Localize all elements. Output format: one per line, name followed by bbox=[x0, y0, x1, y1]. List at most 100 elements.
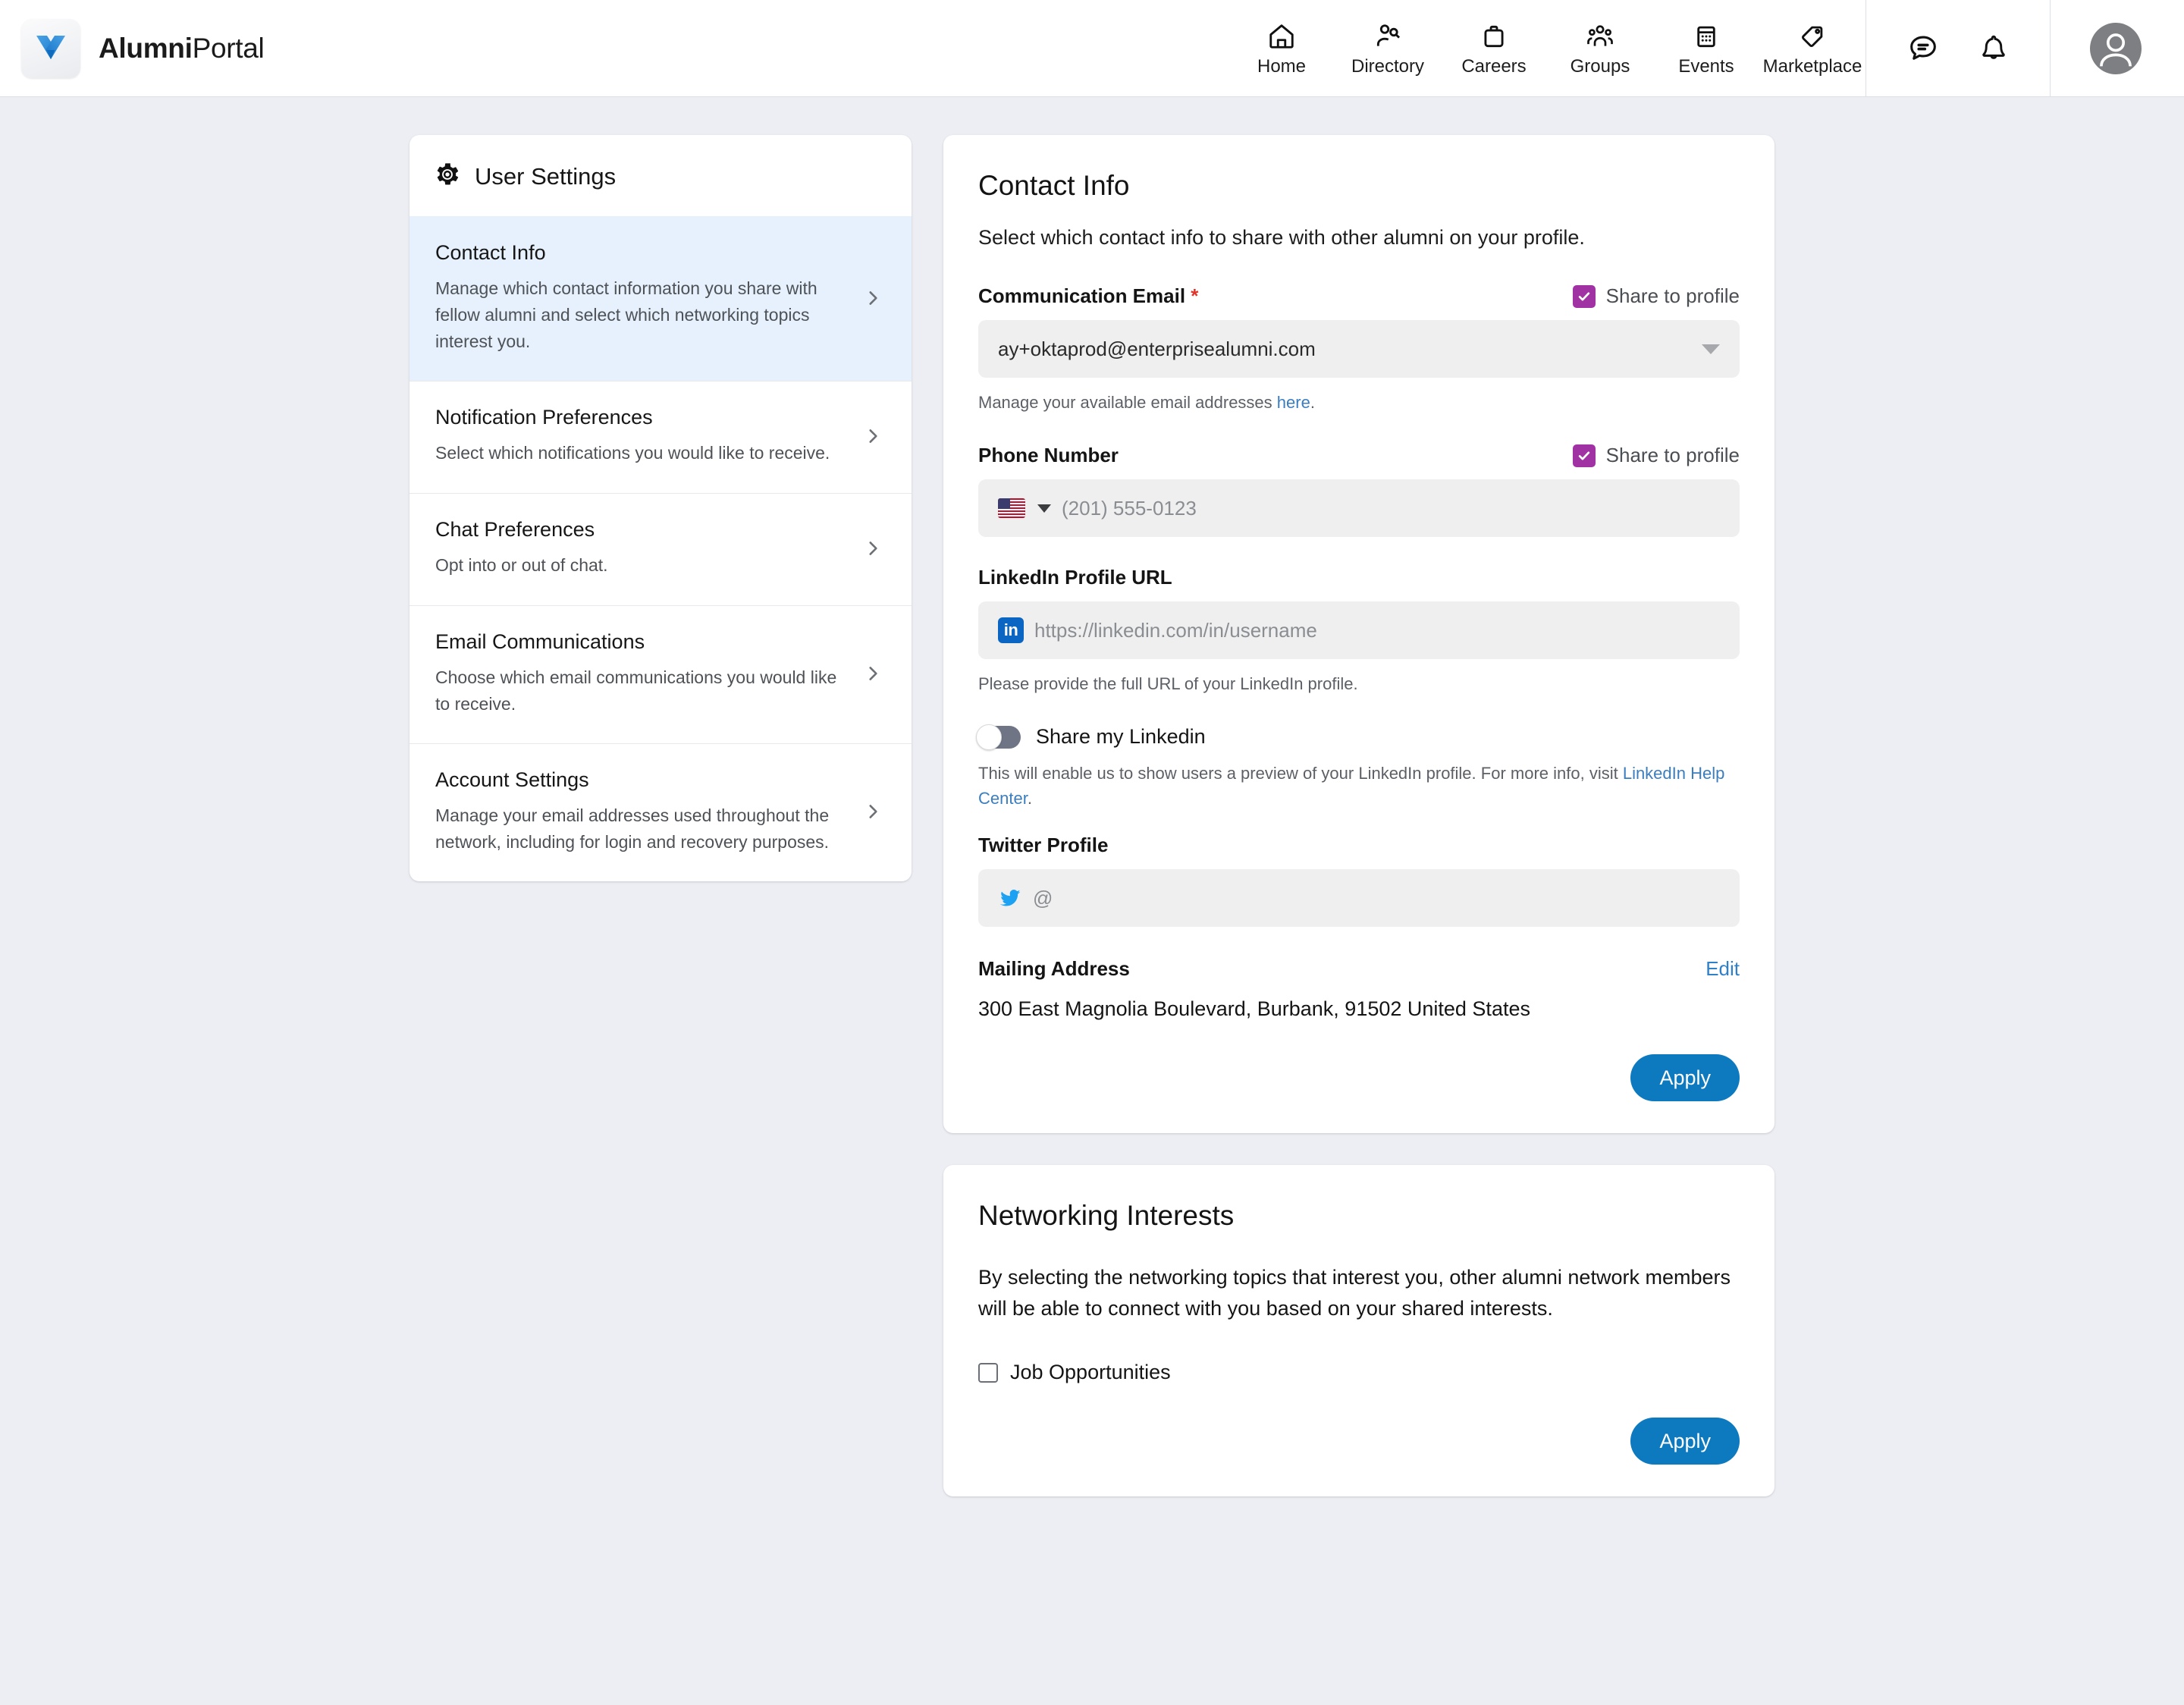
linkedin-note-prefix: This will enable us to show users a prev… bbox=[978, 764, 1623, 783]
us-flag-icon bbox=[998, 498, 1025, 518]
chat-bubble-icon[interactable] bbox=[1906, 31, 1941, 66]
sidebar-item-title: Account Settings bbox=[435, 768, 589, 791]
toggle-track bbox=[976, 724, 1021, 750]
nav-item-events[interactable]: Events bbox=[1653, 0, 1759, 96]
phone-number-label: Phone Number bbox=[978, 444, 1119, 466]
linkedin-url-placeholder: https://linkedin.com/in/username bbox=[1034, 618, 1317, 642]
sidebar-item-contact-info[interactable]: Contact Info Manage which contact inform… bbox=[410, 216, 912, 381]
networking-option-job-opportunities[interactable]: Job Opportunities bbox=[978, 1361, 1740, 1384]
calendar-icon bbox=[1692, 19, 1721, 51]
communication-email-row: Communication Email * Share to profile bbox=[978, 284, 1740, 308]
linkedin-icon: in bbox=[998, 617, 1024, 643]
settings-content-column: Contact Info Select which contact info t… bbox=[943, 135, 1774, 1497]
country-chevron-down-icon[interactable] bbox=[1037, 504, 1051, 513]
sidebar-item-notification-preferences[interactable]: Notification Preferences Select which no… bbox=[410, 380, 912, 493]
sidebar-header: User Settings bbox=[410, 135, 912, 216]
chevron-right-icon bbox=[860, 539, 886, 558]
sidebar-item-desc: Manage your email addresses used through… bbox=[435, 805, 830, 852]
communication-email-select[interactable]: ay+oktaprod@enterprisealumni.com bbox=[978, 320, 1740, 378]
email-help-prefix: Manage your available email addresses bbox=[978, 393, 1277, 412]
mailing-address-row: Mailing Address Edit bbox=[978, 957, 1740, 981]
share-my-linkedin-label: Share my Linkedin bbox=[1036, 725, 1206, 748]
chevron-right-icon bbox=[860, 426, 886, 446]
contact-info-subtitle: Select which contact info to share with … bbox=[978, 226, 1585, 249]
phone-number-input[interactable]: (201) 555-0123 bbox=[978, 479, 1740, 537]
contact-info-actions: Apply bbox=[978, 1054, 1740, 1101]
nav-item-careers[interactable]: Careers bbox=[1441, 0, 1547, 96]
page-content: User Settings Contact Info Manage which … bbox=[0, 97, 2184, 1497]
sidebar-header-title: User Settings bbox=[475, 162, 617, 190]
email-share-to-profile-checkbox[interactable]: Share to profile bbox=[1572, 284, 1740, 308]
nav-item-directory[interactable]: Directory bbox=[1335, 0, 1441, 96]
networking-apply-button[interactable]: Apply bbox=[1630, 1418, 1740, 1465]
gear-icon bbox=[435, 162, 460, 190]
sidebar-item-text: Notification Preferences Select which no… bbox=[435, 406, 860, 466]
nav-item-groups-label: Groups bbox=[1570, 56, 1630, 77]
home-icon bbox=[1267, 19, 1296, 51]
avatar-zone bbox=[2051, 0, 2184, 96]
briefcase-icon bbox=[1480, 19, 1508, 51]
directory-person-search-icon bbox=[1373, 19, 1402, 51]
sidebar-item-title: Chat Preferences bbox=[435, 518, 595, 542]
twitter-profile-input[interactable]: @ bbox=[978, 869, 1740, 927]
networking-interests-desc: By selecting the networking topics that … bbox=[978, 1266, 1731, 1320]
nav-item-directory-label: Directory bbox=[1351, 56, 1424, 77]
checkbox-checked-icon bbox=[1572, 284, 1596, 308]
settings-sidebar-card: User Settings Contact Info Manage which … bbox=[410, 135, 912, 881]
edit-mailing-address-link[interactable]: Edit bbox=[1705, 957, 1740, 981]
nav-item-events-label: Events bbox=[1678, 56, 1734, 77]
header-action-icons bbox=[1866, 0, 2050, 96]
communication-email-label-text: Communication Email bbox=[978, 284, 1186, 307]
communication-email-value: ay+oktaprod@enterprisealumni.com bbox=[998, 337, 1316, 360]
y-logo-icon bbox=[21, 18, 80, 78]
phone-share-to-profile-checkbox[interactable]: Share to profile bbox=[1572, 444, 1740, 467]
contact-info-title: Contact Info bbox=[978, 170, 1130, 201]
sidebar-item-title: Contact Info bbox=[435, 241, 546, 264]
sidebar-item-email-communications[interactable]: Email Communications Choose which email … bbox=[410, 604, 912, 743]
checkbox-unchecked-icon bbox=[978, 1362, 998, 1383]
sidebar-item-desc: Opt into or out of chat. bbox=[435, 555, 608, 576]
sidebar-item-text: Email Communications Choose which email … bbox=[435, 630, 860, 717]
networking-option-label: Job Opportunities bbox=[1010, 1361, 1171, 1384]
networking-interests-card: Networking Interests By selecting the ne… bbox=[943, 1165, 1774, 1497]
twitter-profile-placeholder: @ bbox=[1033, 886, 1053, 909]
sidebar-item-desc: Choose which email communications you wo… bbox=[435, 667, 837, 714]
linkedin-preview-note: This will enable us to show users a prev… bbox=[978, 761, 1740, 811]
contact-info-apply-button[interactable]: Apply bbox=[1630, 1054, 1740, 1101]
nav-item-careers-label: Careers bbox=[1461, 56, 1527, 77]
phone-share-label: Share to profile bbox=[1605, 444, 1740, 466]
manage-emails-link[interactable]: here bbox=[1277, 393, 1310, 412]
phone-number-row: Phone Number Share to profile bbox=[978, 444, 1740, 467]
chevron-right-icon bbox=[860, 288, 886, 308]
brand-logo-area[interactable]: AlumniPortal bbox=[0, 0, 265, 96]
nav-item-groups[interactable]: Groups bbox=[1547, 0, 1653, 96]
brand-title-regular: Portal bbox=[192, 32, 265, 64]
toggle-knob bbox=[976, 724, 1002, 750]
contact-info-panel: Contact Info Select which contact info t… bbox=[943, 135, 1774, 1133]
chevron-right-icon bbox=[860, 802, 886, 821]
linkedin-url-row: LinkedIn Profile URL bbox=[978, 566, 1740, 589]
nav-item-marketplace[interactable]: Marketplace bbox=[1759, 0, 1866, 96]
nav-item-home-label: Home bbox=[1257, 56, 1307, 77]
bell-notification-icon[interactable] bbox=[1977, 32, 2010, 65]
share-my-linkedin-toggle[interactable]: Share my Linkedin bbox=[976, 724, 1740, 750]
nav-item-home[interactable]: Home bbox=[1228, 0, 1335, 96]
twitter-profile-label: Twitter Profile bbox=[978, 834, 1109, 856]
linkedin-url-input[interactable]: in https://linkedin.com/in/username bbox=[978, 601, 1740, 659]
main-navigation: Home Directory Careers Groups Events Mar… bbox=[1228, 0, 1866, 96]
checkbox-checked-icon bbox=[1572, 444, 1596, 467]
sidebar-item-chat-preferences[interactable]: Chat Preferences Opt into or out of chat… bbox=[410, 492, 912, 605]
chevron-down-icon bbox=[1702, 344, 1720, 354]
linkedin-url-label: LinkedIn Profile URL bbox=[978, 566, 1172, 589]
nav-item-marketplace-label: Marketplace bbox=[1762, 56, 1862, 77]
required-asterisk: * bbox=[1191, 284, 1199, 307]
sidebar-item-desc: Manage which contact information you sha… bbox=[435, 278, 817, 351]
twitter-profile-row: Twitter Profile bbox=[978, 834, 1740, 857]
networking-interests-actions: Apply bbox=[978, 1418, 1740, 1465]
linkedin-help-text: Please provide the full URL of your Link… bbox=[978, 674, 1358, 693]
sidebar-item-text: Contact Info Manage which contact inform… bbox=[435, 241, 860, 355]
sidebar-item-account-settings[interactable]: Account Settings Manage your email addre… bbox=[410, 743, 912, 881]
user-avatar-icon[interactable] bbox=[2090, 22, 2142, 74]
